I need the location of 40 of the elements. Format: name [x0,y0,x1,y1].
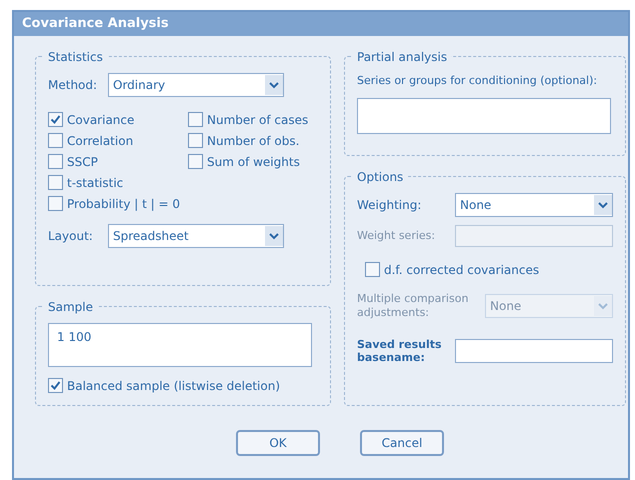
chevron-down-icon [265,226,283,246]
field-label: Method: [48,77,98,94]
checkbox[interactable] [188,112,203,127]
dropdown[interactable]: Spreadsheet [108,224,284,248]
checkbox-label: Sum of weights [207,154,300,170]
basename-field[interactable] [455,339,613,364]
checkbox[interactable] [365,262,380,277]
field-label: Multiple comparison adjustments: [357,292,470,320]
field-label: Weighting: [357,197,422,214]
field-label: Weight series: [357,228,436,244]
checkbox[interactable] [48,378,63,393]
checkbox-label: Number of obs. [207,132,300,150]
checkbox-label: t-statistic [67,174,124,192]
checkbox-label: SSCP [67,154,98,170]
field-label: Saved results basename: [357,338,443,365]
checkbox-label: Number of cases [207,112,308,128]
chevron-down-icon [594,296,612,316]
checkbox-label: Balanced sample (listwise deletion) [67,378,280,394]
checkbox-label: Probability | t | = 0 [67,196,180,212]
checkbox[interactable] [48,133,63,148]
conditioning-field[interactable] [357,98,611,134]
checkbox[interactable] [48,154,63,169]
field-label: Series or groups for conditioning (optional): [357,73,598,89]
checkbox[interactable] [188,154,203,169]
chevron-down-icon [594,195,612,215]
dialog-button[interactable]: OK [236,430,320,456]
checkbox-label: d.f. corrected covariances [384,262,540,278]
dropdown[interactable]: Ordinary [108,73,284,97]
field-label: Layout: [48,228,94,245]
checkbox[interactable] [48,112,63,127]
dropdown[interactable]: None [455,193,613,217]
checkbox[interactable] [48,175,63,190]
checkbox[interactable] [48,196,63,211]
chevron-down-icon [265,75,283,95]
checkbox-label: Covariance [67,112,134,128]
sample-field[interactable]: 1 100 [48,323,312,367]
window-title: Covariance Analysis [22,15,169,34]
checkbox[interactable] [188,133,203,148]
dialog-button[interactable]: Cancel [360,430,444,456]
checkbox-label: Correlation [67,132,134,150]
